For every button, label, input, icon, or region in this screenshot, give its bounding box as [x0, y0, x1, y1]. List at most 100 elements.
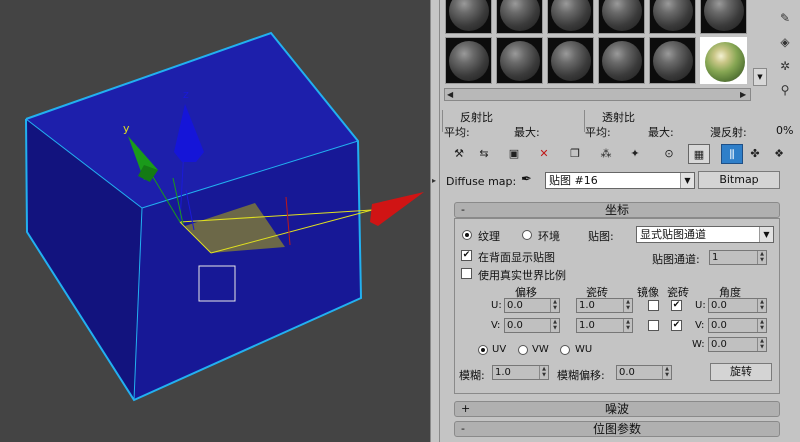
go-to-parent-icon[interactable]: ✤	[744, 144, 766, 164]
material-sample-slot[interactable]	[700, 37, 747, 84]
make-unique-icon[interactable]: ⁂	[595, 144, 617, 164]
spinner-arrows-icon[interactable]: ▲ ▼	[539, 366, 548, 379]
put-to-library-icon[interactable]: ✦	[624, 144, 646, 164]
mapping-dropdown[interactable]: 显式贴图通道 ▼	[636, 226, 774, 243]
show-in-viewport-icon[interactable]: ▦	[688, 144, 710, 164]
pick-eyedropper-icon[interactable]: ✒	[521, 172, 532, 187]
transmit-ratio-label: 透射比	[602, 111, 635, 124]
v-tile-checkbox[interactable]: ✔	[671, 320, 682, 331]
use-real-world-label: 使用真实世界比例	[478, 269, 566, 282]
spinner-arrows-icon[interactable]: ▲ ▼	[550, 299, 559, 312]
magnify-icon[interactable]: ⚲	[776, 82, 794, 98]
u-offset-value: 0.0	[507, 300, 523, 311]
spinner-arrows-icon[interactable]: ▲ ▼	[757, 251, 766, 264]
rotate-button[interactable]: 旋转	[710, 363, 772, 381]
u-angle-spinner[interactable]: 0.0 ▲ ▼	[708, 298, 767, 313]
delete-icon[interactable]: ✕	[533, 144, 555, 164]
use-real-world-checkbox[interactable]	[461, 268, 472, 279]
v-offset-value: 0.0	[507, 320, 523, 331]
map-name-dropdown[interactable]: 贴图 #16 ▼	[545, 172, 695, 189]
material-sphere-icon	[602, 41, 642, 81]
diffuse-reflect-label: 漫反射:	[710, 126, 747, 139]
gizmo-x-arrow[interactable]	[370, 192, 424, 226]
texture-radio[interactable]	[462, 230, 472, 240]
material-sample-slot[interactable]	[445, 0, 492, 34]
v-mirror-checkbox[interactable]	[648, 320, 659, 331]
material-sample-slot[interactable]	[649, 37, 696, 84]
mapping-value: 显式贴图通道	[640, 228, 706, 241]
wu-label: WU	[575, 344, 593, 355]
spinner-arrows-icon[interactable]: ▲ ▼	[757, 319, 766, 332]
hscroll-right-icon[interactable]: ▶	[740, 88, 746, 101]
panel-splitter[interactable]: ▸	[430, 0, 440, 442]
material-sample-slot[interactable]	[547, 0, 594, 34]
coords-rollout[interactable]: - 坐标	[454, 202, 780, 218]
copy-material-icon[interactable]: ❐	[564, 144, 586, 164]
spinner-arrows-icon[interactable]: ▲ ▼	[623, 299, 632, 312]
diffuse-reflect-value: 0%	[776, 124, 794, 137]
u-offset-spinner[interactable]: 0.0 ▲ ▼	[504, 298, 560, 313]
bitmap-params-rollout[interactable]: - 位图参数	[454, 421, 780, 437]
v-offset-spinner[interactable]: 0.0 ▲ ▼	[504, 318, 560, 333]
assign-material-icon[interactable]: ▣	[503, 144, 525, 164]
noise-rollout[interactable]: + 噪波	[454, 401, 780, 417]
material-sample-slot[interactable]	[649, 0, 696, 34]
slots-hscroll[interactable]: ◀ ▶	[444, 88, 751, 101]
spinner-arrows-icon[interactable]: ▲ ▼	[623, 319, 632, 332]
spinner-arrows-icon[interactable]: ▲ ▼	[757, 338, 766, 351]
sample-uv-icon[interactable]: ◈	[776, 34, 794, 50]
go-forward-icon[interactable]: ❖	[768, 144, 790, 164]
v-angle-spinner[interactable]: 0.0 ▲ ▼	[708, 318, 767, 333]
blur-spinner[interactable]: 1.0 ▲ ▼	[492, 365, 549, 380]
material-sample-slot[interactable]	[496, 0, 543, 34]
chevron-down-icon: ▼	[680, 173, 694, 188]
tile-header: 瓷砖	[667, 286, 689, 299]
material-sample-slot[interactable]	[547, 37, 594, 84]
v-label: V:	[491, 320, 501, 331]
uv-label: UV	[492, 344, 507, 355]
coords-title: 坐标	[604, 203, 629, 217]
material-sample-slot[interactable]	[598, 0, 645, 34]
show-end-result-icon[interactable]: ⫼	[721, 144, 743, 164]
blur-offset-label: 模糊偏移:	[557, 369, 605, 382]
reflect-avg-label: 平均:	[444, 126, 470, 139]
slots-scroll-down[interactable]: ▼	[753, 68, 767, 86]
spinner-arrows-icon[interactable]: ▲ ▼	[550, 319, 559, 332]
u-tile-checkbox[interactable]: ✔	[671, 300, 682, 311]
get-material-icon[interactable]: ⚒	[448, 144, 470, 164]
spinner-arrows-icon[interactable]: ▲ ▼	[662, 366, 671, 379]
blur-value: 1.0	[495, 367, 511, 378]
u-mirror-checkbox[interactable]	[648, 300, 659, 311]
scene-canvas[interactable]: y z	[0, 0, 430, 442]
eraser-icon[interactable]: ✎	[776, 10, 794, 26]
map-name-value: 贴图 #16	[549, 174, 598, 187]
u-angle-label: U:	[695, 300, 706, 311]
expand-icon: +	[461, 402, 471, 415]
chevron-down-icon: ▼	[759, 227, 773, 242]
hscroll-left-icon[interactable]: ◀	[447, 88, 453, 101]
material-sphere-icon	[602, 0, 642, 31]
blur-offset-spinner[interactable]: 0.0 ▲ ▼	[616, 365, 672, 380]
make-unique-icon[interactable]: ✲	[776, 58, 794, 74]
material-id-icon[interactable]: ⊙	[658, 144, 680, 164]
material-sample-slot[interactable]	[700, 0, 747, 34]
material-sample-slot[interactable]	[445, 37, 492, 84]
put-to-scene-icon[interactable]: ⇆	[473, 144, 495, 164]
map-channel-spinner[interactable]: 1 ▲ ▼	[709, 250, 767, 265]
material-sample-slot[interactable]	[496, 37, 543, 84]
wu-radio[interactable]	[560, 345, 570, 355]
reflect-ratio-label: 反射比	[460, 111, 493, 124]
viewport[interactable]: y z	[0, 0, 430, 442]
u-tiling-spinner[interactable]: 1.0 ▲ ▼	[576, 298, 633, 313]
material-sample-slot[interactable]	[598, 37, 645, 84]
w-angle-spinner[interactable]: 0.0 ▲ ▼	[708, 337, 767, 352]
map-type-button[interactable]: Bitmap	[698, 171, 780, 189]
spinner-arrows-icon[interactable]: ▲ ▼	[757, 299, 766, 312]
v-tiling-spinner[interactable]: 1.0 ▲ ▼	[576, 318, 633, 333]
show-on-back-checkbox[interactable]: ✔	[461, 250, 472, 261]
environ-label: 环境	[538, 230, 560, 243]
uv-radio[interactable]	[478, 345, 488, 355]
vw-radio[interactable]	[518, 345, 528, 355]
environ-radio[interactable]	[522, 230, 532, 240]
diffuse-map-label: Diffuse map:	[446, 175, 517, 188]
